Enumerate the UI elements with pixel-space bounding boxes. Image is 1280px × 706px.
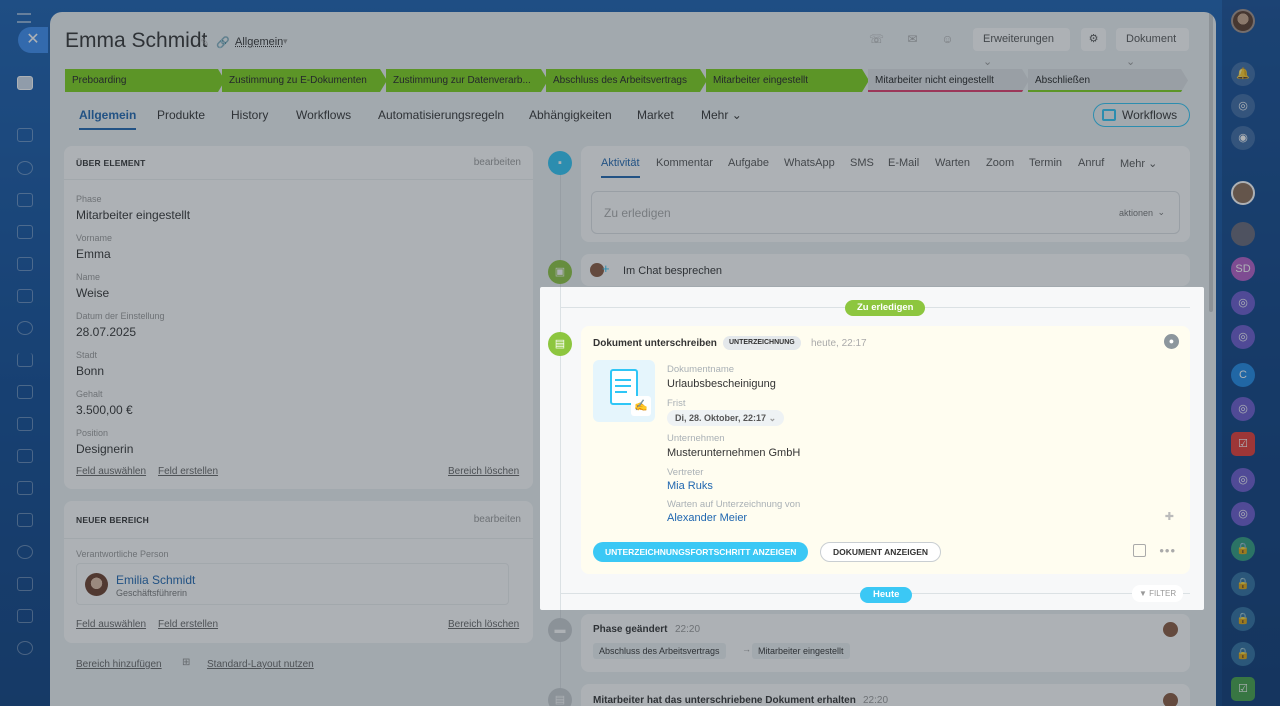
doc-card-title: Dokument unterschreiben [593, 338, 717, 349]
show-progress-button[interactable]: UNTERZEICHNUNGSFORTSCHRITT ANZEIGEN [593, 542, 809, 562]
waiting-signer-link[interactable]: Alexander Meier [667, 512, 747, 524]
signature-icon: ✍ [631, 396, 651, 416]
text-line [615, 391, 627, 393]
company-label: Unternehmen [667, 433, 725, 444]
filter-label: FILTER [1149, 589, 1177, 598]
today-badge-label: Heute [860, 587, 913, 603]
filter-icon: ▼ [1139, 589, 1147, 598]
representative-label: Vertreter [667, 467, 704, 478]
text-line [615, 385, 631, 387]
highlighted-timeline-section: Zu erledigen ▤ Dokument unterschreiben U… [540, 287, 1204, 610]
deadline-chip[interactable]: Di, 28. Oktober, 22:17 ⌄ [667, 410, 785, 426]
note-icon[interactable] [1133, 544, 1146, 557]
filter-button[interactable]: ▼ FILTER [1132, 585, 1184, 602]
user-icon[interactable]: ● [1164, 334, 1179, 349]
more-dots-icon[interactable]: ••• [1159, 543, 1176, 558]
deadline-value: Di, 28. Oktober, 22:17 [675, 413, 767, 423]
document-sign-card: Dokument unterschreiben UNTERZEICHNUNG h… [581, 326, 1190, 574]
representative-link[interactable]: Mia Ruks [667, 480, 713, 492]
status-badge: UNTERZEICHNUNG [723, 336, 801, 350]
today-badge: Heute [860, 586, 913, 603]
document-icon: ▤ [548, 332, 572, 356]
waiting-label: Warten auf Unterzeichnung von [667, 499, 801, 510]
text-line [615, 379, 631, 381]
doc-name-label: Dokumentname [667, 364, 735, 375]
chevron-down-icon: ⌄ [768, 413, 777, 423]
add-comment-icon[interactable]: ✚ [1165, 510, 1174, 523]
company-value: Musterunternehmen GmbH [667, 447, 801, 459]
show-document-button[interactable]: DOKUMENT ANZEIGEN [820, 542, 942, 562]
document-file-icon: ✍ [593, 360, 655, 422]
todo-badge: Zu erledigen [845, 299, 926, 316]
deadline-label: Frist [667, 398, 686, 409]
todo-badge-label: Zu erledigen [845, 300, 926, 316]
doc-name-value: Urlaubsbescheinigung [667, 378, 776, 390]
doc-time: heute, 22:17 [811, 338, 867, 349]
